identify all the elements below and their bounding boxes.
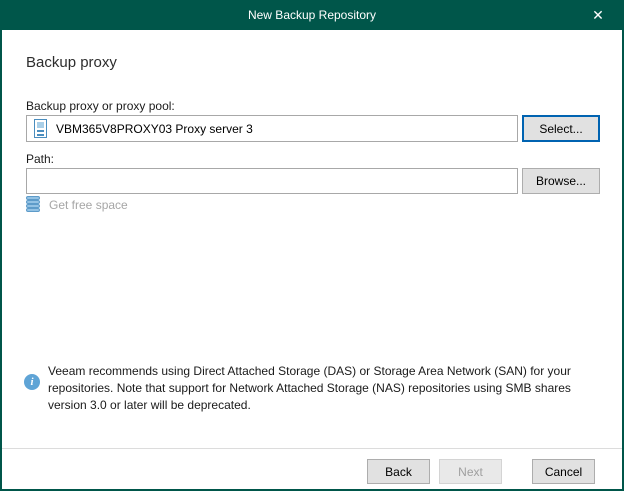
disk-stack-icon xyxy=(26,196,40,213)
info-text-line: repositories. Note that support for Netw… xyxy=(48,380,571,397)
info-text-line: Veeam recommends using Direct Attached S… xyxy=(48,363,571,380)
get-free-space-link[interactable]: Get free space xyxy=(26,196,128,213)
info-text: Veeam recommends using Direct Attached S… xyxy=(48,363,571,414)
select-button[interactable]: Select... xyxy=(522,115,600,142)
path-input[interactable] xyxy=(26,168,518,194)
proxy-server-icon xyxy=(34,119,47,138)
new-backup-repository-dialog: New Backup Repository ✕ Backup proxy Bac… xyxy=(0,0,624,491)
browse-button[interactable]: Browse... xyxy=(522,168,600,194)
path-field-label: Path: xyxy=(26,152,54,166)
proxy-value-text: VBM365V8PROXY03 Proxy server 3 xyxy=(56,122,253,136)
info-text-line: version 3.0 or later will be deprecated. xyxy=(48,397,571,414)
get-free-space-label: Get free space xyxy=(49,198,128,212)
footer-separator xyxy=(2,448,622,449)
window-title: New Backup Repository xyxy=(248,8,376,22)
info-note: i Veeam recommends using Direct Attached… xyxy=(24,363,571,414)
next-button[interactable]: Next xyxy=(439,459,502,484)
proxy-field-label: Backup proxy or proxy pool: xyxy=(26,99,175,113)
info-icon: i xyxy=(24,374,40,390)
page-title: Backup proxy xyxy=(26,54,117,71)
title-bar: New Backup Repository ✕ xyxy=(0,0,624,30)
proxy-value-field[interactable]: VBM365V8PROXY03 Proxy server 3 xyxy=(26,115,518,142)
cancel-button[interactable]: Cancel xyxy=(532,459,595,484)
back-button[interactable]: Back xyxy=(367,459,430,484)
close-icon[interactable]: ✕ xyxy=(582,0,614,30)
